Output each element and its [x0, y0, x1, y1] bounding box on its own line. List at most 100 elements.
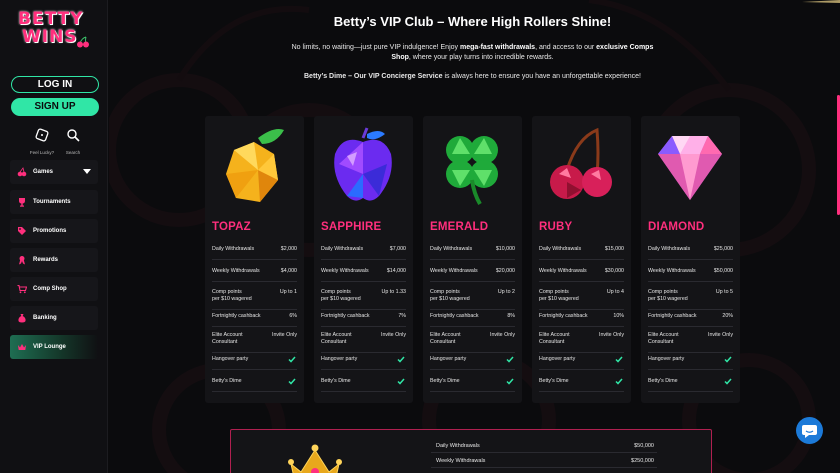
tier-row-value: $4,000	[280, 268, 297, 274]
tier-row-value: $25,000	[713, 246, 733, 252]
cherry-gem-icon	[541, 124, 621, 210]
tier-row-label: Comp points per $10 wagered	[212, 289, 267, 303]
nav-item-promotions[interactable]: Promotions	[10, 219, 98, 243]
tier-row-label: Fortnightly cashback	[539, 313, 594, 320]
logo-line1: BETTY	[18, 9, 84, 29]
nav-item-banking[interactable]: Banking	[10, 306, 98, 330]
tier-row-daily: Daily Withdrawals $7,000	[321, 246, 406, 260]
tier-row-label: Comp points per $10 wagered	[321, 289, 376, 303]
tier-row-dime: Betty's Dime	[321, 378, 406, 392]
tier-row-label-line: Daily Withdrawals	[212, 246, 255, 252]
nav-item-tournaments[interactable]: Tournaments	[10, 190, 98, 214]
feel-lucky-button[interactable]: Feel Lucky?	[26, 128, 58, 155]
feel-lucky-label: Feel Lucky?	[29, 150, 55, 155]
signup-button[interactable]: SIGN UP	[11, 98, 99, 116]
nav-item-comp-shop[interactable]: Comp Shop	[10, 277, 98, 301]
tier-row-label-line: per $10 wagered	[648, 296, 688, 302]
tier-row-label: Betty's Dime	[539, 378, 594, 385]
nav-item-games[interactable]: Games	[10, 160, 98, 184]
tier-row-dime: Betty's Dime	[430, 378, 515, 392]
tier-row-label-line: Weekly Withdrawals	[648, 268, 696, 274]
search-button[interactable]: Search	[57, 128, 89, 155]
tier-row-label: Elite Account Consultant	[321, 332, 376, 346]
chat-bubble-icon	[802, 425, 817, 438]
tier-row-dime: Betty's Dime	[212, 378, 297, 392]
nav-label-rewards: Rewards	[33, 257, 59, 263]
tier-row-label-line: Hangover party	[648, 356, 685, 362]
tier-row-label-line: per $10 wagered	[212, 296, 252, 302]
tier-row-label-line: Hangover party	[539, 356, 576, 362]
checkmark-icon	[397, 356, 405, 363]
tier-row-label-line: Consultant	[321, 339, 347, 345]
tier-row-label-line: per $10 wagered	[321, 296, 361, 302]
login-button[interactable]: LOG IN	[11, 76, 99, 93]
tier-row-value: Invite Only	[380, 332, 406, 338]
tier-row-label-line: Comp points	[430, 289, 460, 295]
nav-item-vip-lounge[interactable]: VIP Lounge	[10, 335, 98, 359]
tier-row-label: Daily Withdrawals	[212, 246, 267, 253]
intro-pre: No limits, no waiting—just pure VIP indu…	[291, 44, 460, 51]
nav-label-games: Games	[33, 169, 54, 175]
tier-row-value: $10,000	[495, 246, 515, 252]
tier-row-weekly: Weekly Withdrawals $50,000	[648, 268, 733, 282]
tier-row-comp: Comp points per $10 wagered Up to 4	[539, 289, 624, 310]
tier-row-elite: Elite Account Consultant Invite Only	[212, 332, 297, 353]
tier-name: TOPAZ	[212, 221, 251, 233]
tier-row-label: Elite Account Consultant	[539, 332, 594, 346]
tier-row-comp: Comp points per $10 wagered Up to 5	[648, 289, 733, 310]
tier-row-comp: Comp points per $10 wagered Up to 1.33	[321, 289, 406, 310]
tier-row-hangover: Hangover party	[212, 356, 297, 370]
tier-row-label: Fortnightly cashback	[212, 313, 267, 320]
tier-card-ruby: RUBY Daily Withdrawals $15,000 Weekly Withd…	[532, 116, 631, 403]
tier-row-label-line: Daily Withdrawals	[321, 246, 364, 252]
checkmark-icon	[288, 378, 296, 385]
tier-row-weekly: Weekly Withdrawals $4,000	[212, 268, 297, 282]
moneybag-icon	[18, 314, 26, 323]
intro-text: No limits, no waiting—just pure VIP indu…	[289, 43, 656, 63]
chat-button[interactable]	[796, 417, 823, 444]
tier-row-daily: Daily Withdrawals $10,000	[430, 246, 515, 260]
tier-row-label: Fortnightly cashback	[648, 313, 703, 320]
tier-row-elite: Elite Account Consultant Invite Only	[539, 332, 624, 353]
top-tier-row-weekly: Weekly Withdrawals $250,000	[431, 456, 657, 468]
tier-row-value: 6%	[289, 313, 297, 319]
tier-row-value: Up to 4	[606, 289, 624, 295]
tier-row-label-line: Comp points	[539, 289, 569, 295]
tier-row-comp: Comp points per $10 wagered Up to 1	[212, 289, 297, 310]
top-tier-row-daily: Daily Withdrawals $50,000	[431, 441, 657, 453]
tier-row-cashback: Fortnightly cashback 8%	[430, 313, 515, 327]
tier-name: RUBY	[539, 221, 573, 233]
tier-row-label-line: Weekly Withdrawals	[430, 268, 478, 274]
top-tier-panel: Daily Withdrawals $50,000 Weekly Withdra…	[230, 429, 712, 473]
tier-row-value: $2,000	[280, 246, 297, 252]
crown-icon	[18, 344, 26, 350]
tier-row-label-line: Daily Withdrawals	[430, 246, 473, 252]
lemon-gem-icon	[214, 124, 294, 210]
tier-row-label: Fortnightly cashback	[321, 313, 376, 320]
tier-row-label-line: Weekly Withdrawals	[212, 268, 260, 274]
tier-row-label-line: Fortnightly cashback	[539, 313, 588, 319]
chevron-down-icon[interactable]	[83, 169, 91, 174]
tier-row-weekly: Weekly Withdrawals $30,000	[539, 268, 624, 282]
nav-label-vip-lounge: VIP Lounge	[33, 344, 66, 350]
tier-row-dime: Betty's Dime	[648, 378, 733, 392]
tier-row-cashback: Fortnightly cashback 20%	[648, 313, 733, 327]
tier-row-value: 7%	[398, 313, 406, 319]
tier-row-weekly: Weekly Withdrawals $20,000	[430, 268, 515, 282]
nav-item-rewards[interactable]: Rewards	[10, 248, 98, 272]
tier-row-label-line: Hangover party	[321, 356, 358, 362]
tier-row-value: 20%	[722, 313, 733, 319]
dice-icon	[35, 128, 49, 142]
tier-row-label: Hangover party	[539, 356, 594, 363]
tier-row-label-line: Betty's Dime	[430, 378, 460, 384]
tier-row-label-line: Elite Account	[539, 332, 570, 338]
tier-row-label-line: Elite Account	[321, 332, 352, 338]
tier-card-emerald: EMERALD Daily Withdrawals $10,000 Weekly Wi…	[423, 116, 522, 403]
tier-row-value: Invite Only	[707, 332, 733, 338]
tier-row-value: $30,000	[604, 268, 624, 274]
search-icon	[67, 129, 80, 142]
logo[interactable]: BETTY WINS	[18, 10, 98, 50]
tier-row-label: Hangover party	[212, 356, 267, 363]
tier-row-label-line: Consultant	[648, 339, 674, 345]
tier-row-label: Betty's Dime	[212, 378, 267, 385]
